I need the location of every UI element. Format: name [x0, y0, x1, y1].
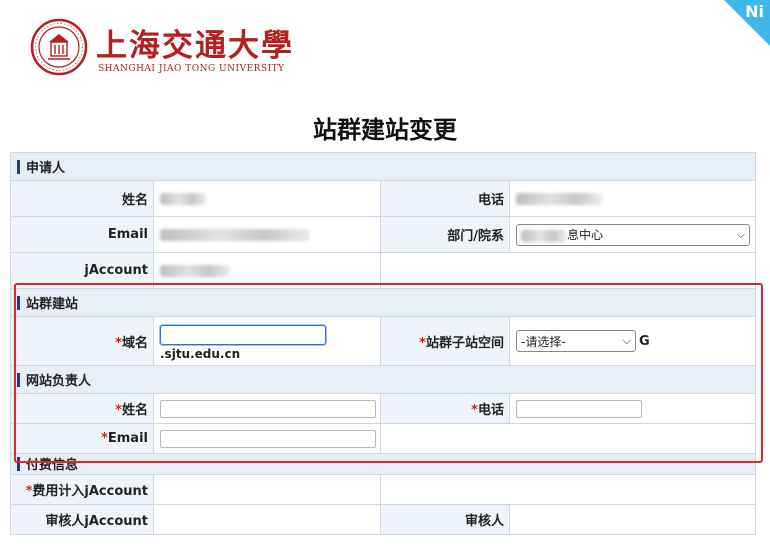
owner-phone-input[interactable] — [516, 399, 642, 418]
section-title: 申请人 — [26, 161, 66, 176]
reviewer-jaccount-value — [153, 504, 381, 535]
domain-suffix: .sjtu.edu.cn — [160, 346, 241, 361]
department-select[interactable]: 息中心 ⌵ — [516, 223, 750, 246]
space-label: 站群子站空间 — [425, 335, 504, 351]
form-row: Email 部门/院系 息中心 ⌵ — [10, 216, 757, 253]
required-mark: * — [419, 335, 426, 351]
fee-jaccount-label: 费用计入jAccount — [32, 484, 148, 499]
form-row: *姓名 *电话 — [10, 393, 757, 424]
required-mark: * — [115, 403, 122, 418]
page-title: 站群建站变更 — [313, 116, 457, 144]
section-title: 站群建站 — [26, 297, 79, 312]
chevron-down-icon: ⌵ — [736, 227, 745, 241]
university-seal-icon — [30, 18, 88, 76]
applicant-phone-value — [516, 192, 602, 205]
form-row: *域名 .sjtu.edu.cn *站群子站空间 -请选择- ⌵ G — [10, 316, 757, 366]
reviewer-value — [508, 504, 757, 535]
applicant-email-value — [160, 228, 310, 241]
fee-jaccount-value — [153, 474, 381, 505]
form-row: 姓名 电话 — [10, 180, 757, 217]
applicant-phone-label: 电话 — [477, 193, 504, 208]
section-title: 付费信息 — [26, 457, 79, 473]
applicant-jaccount-value — [160, 264, 230, 277]
department-selected-text: 息中心 — [567, 228, 604, 242]
applicant-name-label: 姓名 — [121, 193, 148, 208]
domain-label: 域名 — [121, 335, 148, 351]
section-bar — [17, 456, 20, 471]
empty-cell — [379, 423, 757, 454]
space-selected-text: -请选择- — [521, 334, 566, 349]
empty-cell — [379, 474, 757, 505]
required-mark: * — [115, 335, 122, 351]
section-site-owner: 网站负责人 — [9, 365, 757, 394]
owner-email-input[interactable] — [160, 429, 376, 448]
logo-english-name: SHANGHAI JIAO TONG UNIVERSITY — [98, 64, 285, 74]
applicant-dept-label: 部门/院系 — [447, 229, 504, 244]
form-row: 审核人jAccount 审核人 — [10, 504, 757, 535]
owner-email-label: Email — [107, 431, 148, 446]
owner-name-input[interactable] — [160, 399, 376, 418]
domain-input[interactable] — [160, 324, 326, 345]
reviewer-label: 审核人 — [464, 514, 504, 529]
form-row: jAccount — [10, 252, 757, 289]
applicant-jaccount-label: jAccount — [84, 263, 148, 278]
owner-phone-label: 电话 — [477, 403, 504, 418]
applicant-email-label: Email — [107, 227, 148, 242]
section-payment: 付费信息 — [9, 453, 757, 475]
required-mark: * — [101, 431, 108, 446]
space-select[interactable]: -请选择- ⌵ — [516, 330, 636, 352]
section-bar — [17, 296, 20, 310]
section-bar — [17, 160, 20, 174]
corner-logo-icon: Ni — [745, 2, 764, 21]
applicant-name-value — [160, 192, 206, 205]
chevron-down-icon: ⌵ — [622, 334, 631, 347]
logo-chinese-name: 上海交通大學 — [96, 28, 294, 64]
space-unit: G — [639, 333, 650, 349]
required-mark: * — [471, 403, 478, 418]
section-bar — [17, 373, 20, 387]
department-value-redacted — [521, 229, 567, 242]
application-form: 申请人 姓名 电话 Email 部门/院系 息中心 ⌵ jAccount 站群建… — [9, 152, 757, 535]
empty-cell — [379, 252, 757, 289]
section-site-build: 站群建站 — [9, 288, 757, 317]
section-applicant: 申请人 — [9, 152, 757, 181]
form-row: *Email — [10, 423, 757, 454]
form-row: *费用计入jAccount — [10, 474, 757, 505]
reviewer-jaccount-label: 审核人jAccount — [45, 514, 148, 529]
owner-name-label: 姓名 — [121, 403, 148, 418]
section-title: 网站负责人 — [26, 374, 92, 389]
